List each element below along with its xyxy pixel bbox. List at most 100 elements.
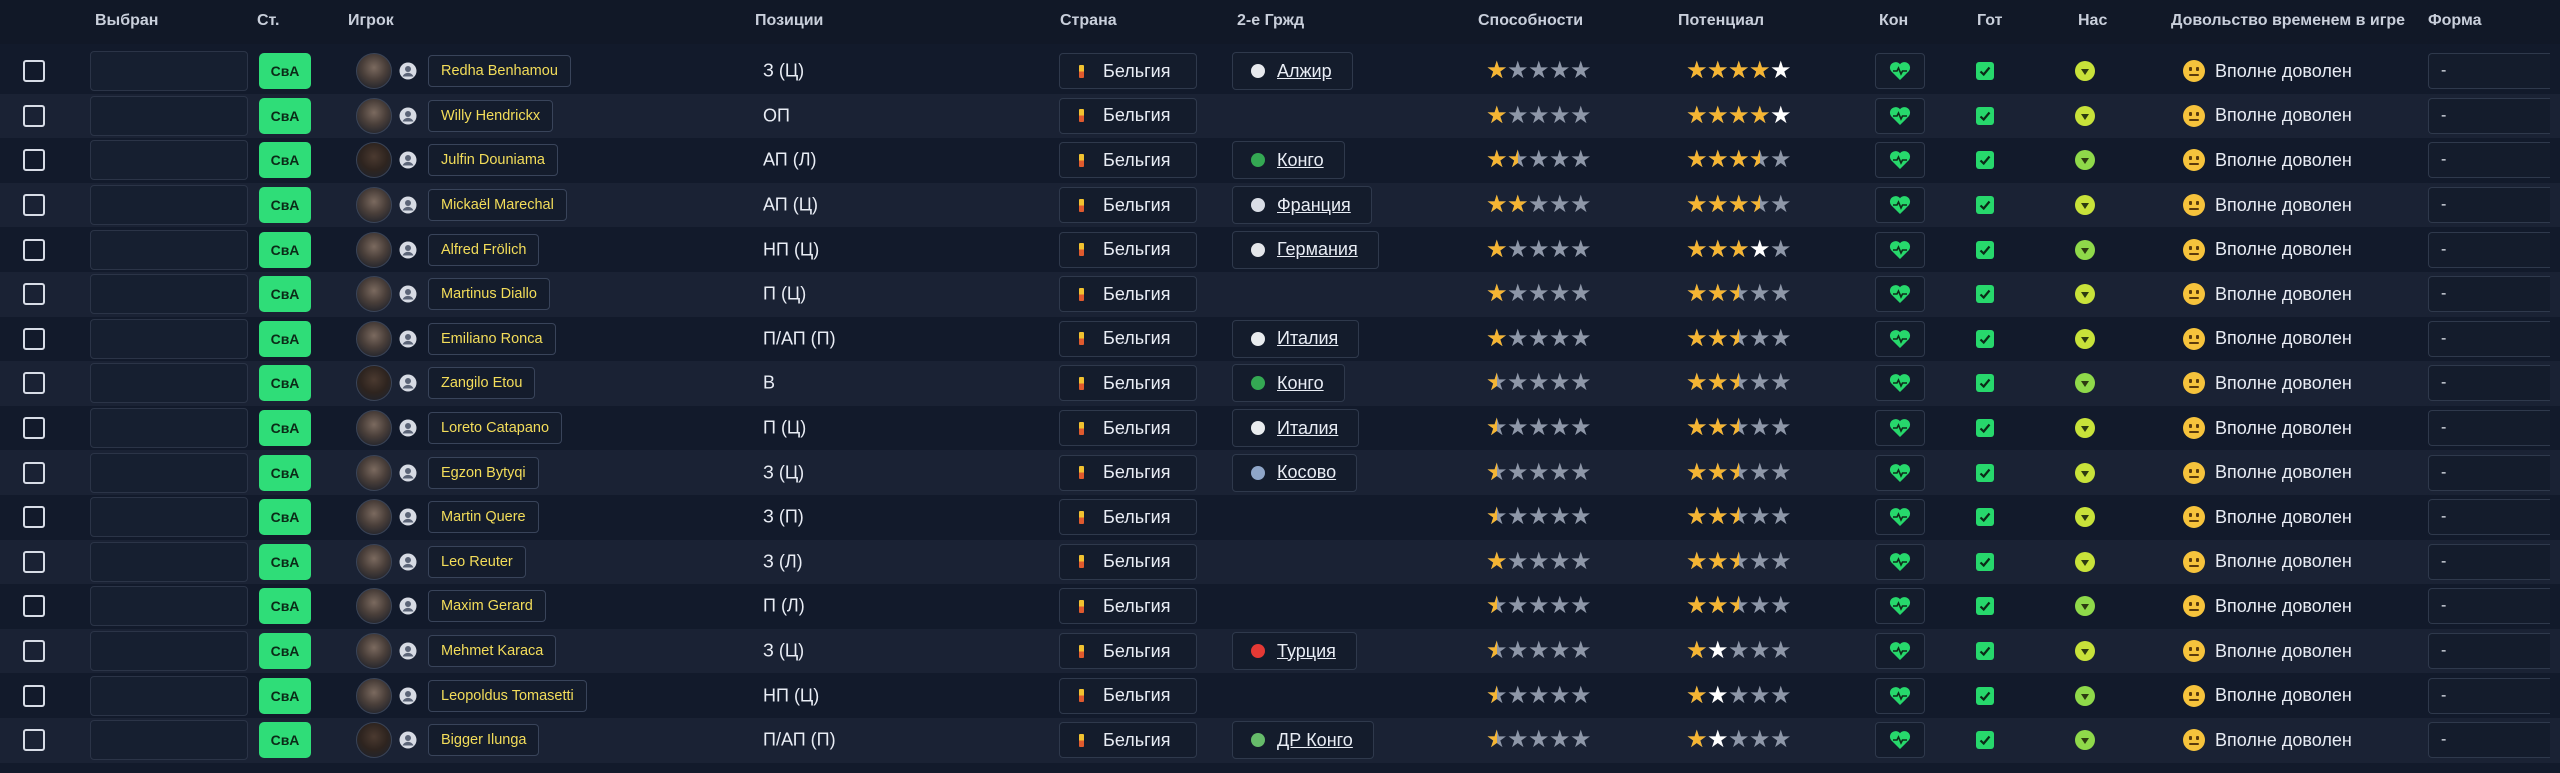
col-player[interactable]: Игрок [348,12,394,30]
player-name-button[interactable]: Martinus Diallo [428,278,550,311]
second-nation-link[interactable]: Алжир [1232,52,1353,91]
selected-slot[interactable] [90,631,248,672]
nation-button[interactable]: Бельгия [1059,499,1197,536]
condition-heart-icon[interactable] [1875,410,1925,447]
row-checkbox[interactable] [23,595,45,618]
condition-heart-icon[interactable] [1875,365,1925,402]
selected-slot[interactable] [90,95,248,136]
selected-slot[interactable] [90,720,248,761]
col-form[interactable]: Форма [2428,12,2482,30]
player-name-button[interactable]: Maxim Gerard [428,590,546,623]
condition-heart-icon[interactable] [1875,633,1925,670]
player-name-button[interactable]: Loreto Catapano [428,412,563,445]
selected-slot[interactable] [90,497,248,538]
condition-heart-icon[interactable] [1875,187,1925,224]
col-second-nation[interactable]: 2-е Гржд [1237,12,1304,30]
row-checkbox[interactable] [23,729,45,752]
row-checkbox[interactable] [23,149,45,172]
player-name-button[interactable]: Mickaël Marechal [428,189,567,222]
player-name-button[interactable]: Julfin Douniama [428,144,558,177]
status-badge[interactable]: СвА [259,633,311,670]
nation-button[interactable]: Бельгия [1059,320,1197,357]
nation-button[interactable]: Бельгия [1059,187,1197,224]
status-badge[interactable]: СвА [259,454,311,491]
row-checkbox[interactable] [23,461,45,484]
second-nation-link[interactable]: Конго [1232,364,1345,403]
row-checkbox[interactable] [23,640,45,663]
selected-slot[interactable] [90,51,248,92]
selected-slot[interactable] [90,274,248,315]
player-name-button[interactable]: Martin Quere [428,501,539,534]
row-checkbox[interactable] [23,104,45,127]
selected-slot[interactable] [90,185,248,226]
condition-heart-icon[interactable] [1875,543,1925,580]
col-positions[interactable]: Позиции [755,12,823,30]
row-checkbox[interactable] [23,506,45,529]
nation-button[interactable]: Бельгия [1059,454,1197,491]
player-name-button[interactable]: Mehmet Karaca [428,635,557,668]
col-mood[interactable]: Нас [2078,12,2107,30]
condition-heart-icon[interactable] [1875,53,1925,90]
status-badge[interactable]: СвА [259,588,311,625]
row-checkbox[interactable] [23,550,45,573]
col-ability[interactable]: Способности [1478,12,1583,30]
status-badge[interactable]: СвА [259,53,311,90]
player-name-button[interactable]: Willy Hendrickx [428,99,554,132]
condition-heart-icon[interactable] [1875,499,1925,536]
status-badge[interactable]: СвА [259,187,311,224]
col-condition[interactable]: Кон [1879,12,1908,30]
second-nation-link[interactable]: Конго [1232,141,1345,180]
selected-slot[interactable] [90,318,248,359]
row-checkbox[interactable] [23,372,45,395]
second-nation-link[interactable]: Косово [1232,453,1358,492]
nation-button[interactable]: Бельгия [1059,543,1197,580]
selected-slot[interactable] [90,140,248,181]
condition-heart-icon[interactable] [1875,97,1925,134]
nation-button[interactable]: Бельгия [1059,410,1197,447]
nation-button[interactable]: Бельгия [1059,97,1197,134]
status-badge[interactable]: СвА [259,543,311,580]
row-checkbox[interactable] [23,238,45,261]
selected-slot[interactable] [90,586,248,627]
col-status[interactable]: Ст. [257,12,279,30]
status-badge[interactable]: СвА [259,97,311,134]
condition-heart-icon[interactable] [1875,454,1925,491]
selected-slot[interactable] [90,675,248,716]
nation-button[interactable]: Бельгия [1059,365,1197,402]
selected-slot[interactable] [90,452,248,493]
condition-heart-icon[interactable] [1875,677,1925,714]
status-badge[interactable]: СвА [259,365,311,402]
player-name-button[interactable]: Alfred Frölich [428,233,540,266]
status-badge[interactable]: СвА [259,499,311,536]
condition-heart-icon[interactable] [1875,276,1925,313]
second-nation-link[interactable]: Франция [1232,186,1372,225]
nation-button[interactable]: Бельгия [1059,722,1197,759]
second-nation-link[interactable]: Турция [1232,632,1357,671]
col-potential[interactable]: Потенциал [1678,12,1764,30]
player-name-button[interactable]: Bigger Ilunga [428,724,540,757]
nation-button[interactable]: Бельгия [1059,276,1197,313]
row-checkbox[interactable] [23,283,45,306]
player-name-button[interactable]: Leo Reuter [428,545,526,578]
col-playtime[interactable]: Довольство временем в игре [2171,12,2405,30]
nation-button[interactable]: Бельгия [1059,53,1197,90]
selected-slot[interactable] [90,408,248,449]
status-badge[interactable]: СвА [259,276,311,313]
row-checkbox[interactable] [23,194,45,217]
row-checkbox[interactable] [23,327,45,350]
condition-heart-icon[interactable] [1875,320,1925,357]
nation-button[interactable]: Бельгия [1059,588,1197,625]
nation-button[interactable]: Бельгия [1059,677,1197,714]
player-name-button[interactable]: Egzon Bytyqi [428,456,539,489]
status-badge[interactable]: СвА [259,231,311,268]
selected-slot[interactable] [90,541,248,582]
player-name-button[interactable]: Redha Benhamou [428,55,571,88]
condition-heart-icon[interactable] [1875,588,1925,625]
condition-heart-icon[interactable] [1875,722,1925,759]
status-badge[interactable]: СвА [259,722,311,759]
row-checkbox[interactable] [23,684,45,707]
col-selected[interactable]: Выбран [95,12,158,30]
condition-heart-icon[interactable] [1875,231,1925,268]
selected-slot[interactable] [90,229,248,270]
status-badge[interactable]: СвА [259,320,311,357]
